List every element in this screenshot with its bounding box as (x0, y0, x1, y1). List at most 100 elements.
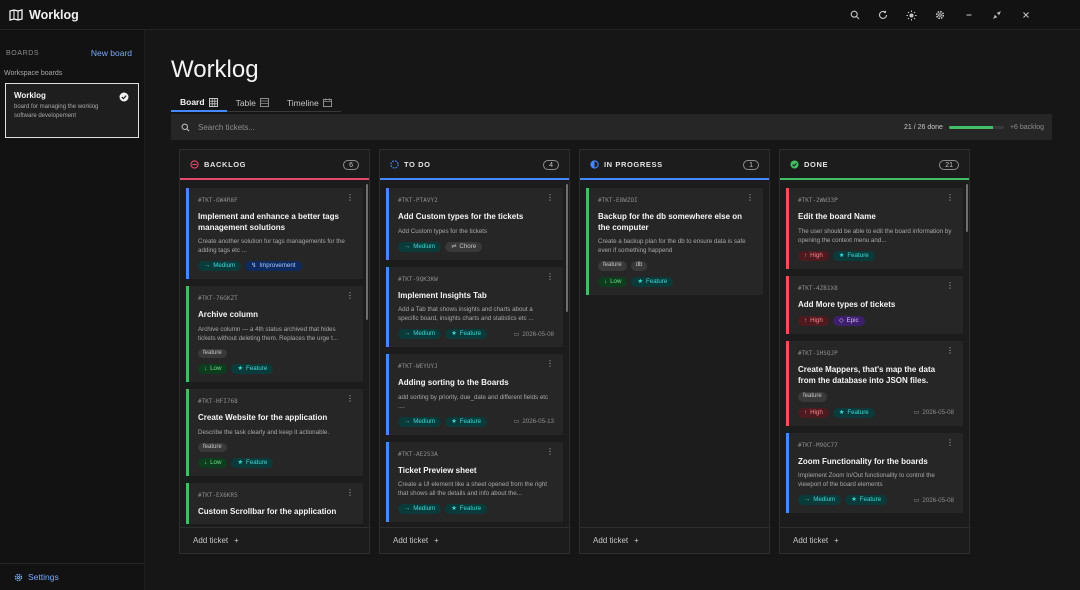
more-vertical-icon[interactable]: ⋮ (946, 438, 954, 446)
progress-summary: 21 / 26 done +6 backlog (904, 114, 1044, 140)
more-vertical-icon[interactable]: ⋮ (546, 194, 554, 202)
type-icon: ★ (451, 417, 457, 425)
tag-label: db (630, 261, 648, 271)
more-vertical-icon[interactable]: ⋮ (346, 292, 354, 300)
ticket-card[interactable]: #TKT-2WW33P ⋮ Edit the board Name The user … (786, 188, 963, 269)
ticket-card[interactable]: #TKT-9QK3KW ⋮ Implement Insights Tab Add a … (386, 266, 563, 347)
ticket-card[interactable]: #TKT-WEYUYJ ⋮ Adding sorting to the Boards… (386, 354, 563, 435)
ticket-card[interactable]: #TKT-76GKZT ⋮ Archive column Archive column… (186, 286, 363, 382)
more-vertical-icon[interactable]: ⋮ (346, 489, 354, 497)
add-ticket-button[interactable]: Add ticket + (580, 527, 769, 553)
more-vertical-icon[interactable]: ⋮ (746, 194, 754, 202)
search-icon[interactable] (841, 0, 870, 30)
column-body[interactable]: #TKT-2WW33P ⋮ Edit the board Name The user … (786, 188, 963, 524)
type-label: Feature (459, 505, 482, 512)
ticket-card[interactable]: #TKT-PTAVY2 ⋮ Add Custom types for the tic… (386, 188, 563, 260)
grid-icon (208, 97, 218, 107)
type-label: Feature (246, 459, 268, 466)
calendar-icon (322, 98, 332, 107)
new-board-button[interactable]: New board (91, 48, 132, 58)
ticket-id: #TKT-HFI768 (198, 398, 238, 405)
add-ticket-button[interactable]: Add ticket + (780, 527, 969, 553)
type-icon: ★ (237, 459, 244, 466)
refresh-icon[interactable] (869, 0, 898, 30)
ticket-title: Backup for the db somewhere else on the … (598, 212, 743, 232)
priority-badge: → Medium (398, 504, 442, 514)
ticket-card[interactable]: #TKT-HFI768 ⋮ Create Website for the appli… (186, 389, 363, 476)
ticket-meta: ↓ Low ★ Feature (198, 458, 354, 468)
ticket-meta: ↓ Low ★ Feature (598, 276, 754, 287)
add-ticket-label: Add ticket (593, 536, 629, 545)
close-icon[interactable] (1012, 0, 1041, 30)
more-vertical-icon[interactable]: ⋮ (546, 272, 554, 280)
add-ticket-button[interactable]: Add ticket + (380, 527, 569, 553)
ticket-title: Add Custom types for the tickets (398, 212, 524, 221)
more-vertical-icon[interactable]: ⋮ (346, 194, 354, 202)
ticket-meta: → Medium ★ Feature ▭ 2026-05-08 (798, 495, 954, 505)
type-badge: ★ Feature (445, 504, 488, 514)
type-badge: ★ Feature (445, 329, 488, 339)
circle-dashed-icon (390, 159, 399, 169)
settings-button[interactable]: Settings (14, 572, 59, 582)
column-in-progress: IN PROGRESS 1 #TKT-E8WZOI ⋮ Backup for the… (579, 149, 770, 554)
add-ticket-button[interactable]: Add ticket + (180, 527, 369, 553)
column-body[interactable]: #TKT-E8WZOI ⋮ Backup for the db somewhere … (586, 188, 763, 524)
ticket-id: #TKT-1HSQJP (798, 350, 838, 357)
more-vertical-icon[interactable]: ⋮ (546, 360, 554, 368)
ticket-card[interactable]: #TKT-1HSQJP ⋮ Create Mappers, that's map t… (786, 341, 963, 426)
column-count: 21 (939, 160, 959, 170)
gear-icon (14, 573, 23, 581)
worklog-logo-icon (9, 8, 23, 21)
tag-label: feature (598, 261, 627, 271)
priority-arrow-icon: ↑ (804, 317, 808, 324)
restore-icon[interactable] (983, 0, 1012, 30)
ticket-id: #TKT-E8WZOI (598, 197, 638, 204)
type-badge: ↯ Improvement (245, 261, 302, 271)
minimize-icon[interactable] (955, 0, 984, 30)
scrollbar[interactable] (966, 184, 968, 232)
tab-timeline[interactable]: Timeline (277, 97, 341, 112)
ticket-description: Create a backup plan for the db to ensur… (598, 238, 746, 254)
type-badge: ★ Feature (231, 458, 274, 468)
type-label: Feature (847, 408, 869, 416)
priority-badge: ↑ High (798, 250, 829, 261)
type-badge: ⇌ Chore (445, 241, 483, 252)
add-ticket-label: Add ticket (393, 536, 429, 545)
priority-badge: ↑ High (798, 316, 829, 326)
ticket-id: #TKT-76GKZT (198, 295, 238, 302)
type-badge: ★ Feature (631, 276, 674, 287)
ticket-card[interactable]: #TKT-E8WZOI ⋮ Backup for the db somewhere … (586, 188, 763, 295)
scrollbar[interactable] (366, 184, 368, 320)
ticket-meta: ↑ High ◇ Epic (798, 316, 954, 326)
ticket-card[interactable]: #TKT-AE2S3A ⋮ Ticket Preview sheet Create a… (386, 441, 563, 522)
sun-icon[interactable] (898, 0, 927, 30)
column-body[interactable]: #TKT-PTAVY2 ⋮ Add Custom types for the tic… (386, 188, 563, 524)
due-date-label: 2026-05-08 (922, 409, 954, 416)
ticket-card[interactable]: #TKT-M9OC77 ⋮ Zoom Functionality for the b… (786, 432, 963, 513)
ticket-card[interactable]: #TKT-4ZB1X8 ⋮ Add More types of tickets ↑ Hi… (786, 275, 963, 334)
more-vertical-icon[interactable]: ⋮ (346, 395, 354, 403)
ticket-card[interactable]: #TKT-EX6KR5 ⋮ Custom Scrollbar for the app… (186, 483, 363, 524)
type-badge: ★ Feature (445, 416, 488, 427)
ticket-description: Describe the task clearly and keep it ac… (198, 428, 330, 436)
gear-icon[interactable] (926, 0, 955, 30)
type-label: Feature (847, 251, 869, 259)
priority-arrow-icon: → (404, 242, 411, 250)
ticket-title: Implement and enhance a better tags mana… (198, 212, 339, 232)
more-vertical-icon[interactable]: ⋮ (946, 347, 954, 355)
more-vertical-icon[interactable]: ⋮ (546, 447, 554, 455)
blocked-icon (190, 159, 199, 169)
more-vertical-icon[interactable]: ⋮ (946, 281, 954, 289)
priority-label: Medium (413, 417, 436, 425)
board-item-worklog[interactable]: Worklog board for managing the worklog s… (5, 83, 139, 138)
priority-arrow-icon: → (404, 417, 411, 425)
priority-arrow-icon: → (204, 262, 211, 269)
more-vertical-icon[interactable]: ⋮ (946, 194, 954, 202)
search-input[interactable] (198, 122, 798, 132)
tab-board[interactable]: Board (171, 97, 227, 112)
scrollbar[interactable] (566, 184, 568, 312)
ticket-card[interactable]: #TKT-GW4R8F ⋮ Implement and enhance a bett… (186, 188, 363, 279)
plus-icon: + (834, 536, 839, 545)
column-body[interactable]: #TKT-GW4R8F ⋮ Implement and enhance a bett… (186, 188, 363, 524)
tab-table[interactable]: Table (226, 97, 278, 112)
